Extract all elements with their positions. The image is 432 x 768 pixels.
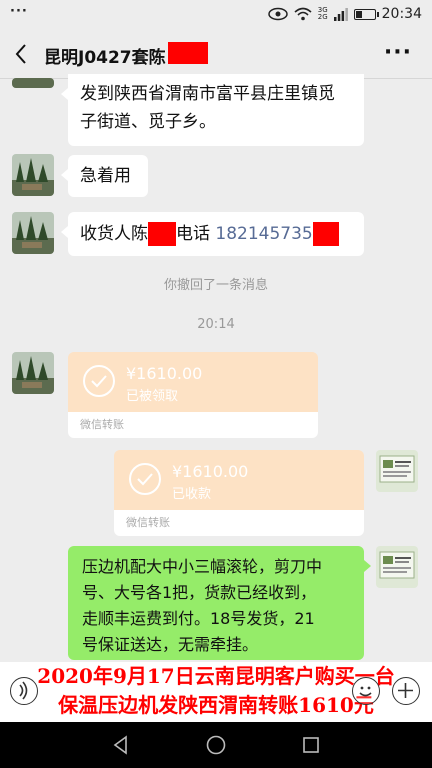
eye-icon (268, 7, 288, 21)
chat-header: 昆明J0427套陈 ··· (0, 30, 432, 79)
plus-icon[interactable] (392, 677, 420, 705)
message-text: 收货人陈 (80, 224, 148, 244)
message-text-line: 发到陕西省渭南市富平县庄里镇觅 (80, 84, 335, 104)
message-timestamp: 20:14 (197, 317, 235, 332)
signal-icon (333, 7, 348, 21)
clock: 20:34 (381, 6, 422, 22)
voice-icon[interactable] (10, 677, 38, 705)
message-text-line: 号保证送达，无需牵挂。 (82, 635, 259, 654)
message-text-line: 号、大号各1把，货款已经收到， (82, 583, 317, 602)
recall-notice: 你撤回了一条消息 (163, 278, 268, 293)
message-text-line: 走顺丰运费到付。18号发货，21 (82, 609, 315, 628)
message-text-line: 压边机配大中小三幅滚轮，剪刀中 (82, 557, 323, 576)
contact-avatar[interactable] (12, 154, 54, 196)
contact-avatar[interactable] (12, 78, 54, 88)
received-message-urgent[interactable]: 急着用 (61, 155, 148, 197)
check-circle-icon (83, 365, 115, 397)
notification-dots: ··· (10, 4, 28, 19)
redaction-box (312, 222, 339, 246)
transfer-status: 已收款 (172, 487, 212, 502)
chat-title: 昆明J0427套陈 (44, 48, 166, 68)
phone-number[interactable]: 182145735 (215, 224, 312, 244)
transfer-amount: ¥1610.00 (126, 364, 203, 383)
wifi-icon (294, 7, 312, 21)
battery-fill (355, 10, 362, 18)
redaction-box (148, 222, 176, 246)
transfer-amount: ¥1610.00 (172, 462, 249, 481)
back-chevron-icon[interactable] (10, 40, 34, 68)
more-button[interactable]: ··· (384, 40, 412, 65)
system-nav-bar (0, 722, 432, 768)
transfer-card-sent[interactable]: ¥1610.00 已收款 微信转账 (114, 450, 364, 536)
message-text: 急着用 (80, 166, 131, 186)
battery-icon (353, 8, 379, 20)
nav-back-icon[interactable] (110, 734, 132, 756)
status-bar: ··· 3G 2G 20:34 (0, 0, 432, 30)
message-text-line: 子街道、觅子乡。 (80, 112, 216, 132)
my-avatar[interactable] (376, 546, 418, 588)
received-message-receiver[interactable]: 收货人陈 电话 182145735 (61, 212, 364, 256)
transfer-label: 微信转账 (68, 412, 318, 438)
net-bottom-label: 2G (317, 13, 328, 21)
received-message-address[interactable]: 发到陕西省渭南市富平县庄里镇觅 子街道、觅子乡。 (61, 74, 364, 146)
nav-recents-icon[interactable] (300, 734, 322, 756)
transfer-card-body: ¥1610.00 已被领取 (68, 352, 318, 412)
nav-home-icon[interactable] (205, 734, 227, 756)
emoji-icon[interactable] (352, 677, 380, 705)
transfer-card-body: ¥1610.00 已收款 (114, 450, 364, 510)
contact-avatar[interactable] (12, 352, 54, 394)
transfer-status: 已被领取 (126, 389, 179, 404)
sent-message[interactable]: 压边机配大中小三幅滚轮，剪刀中 号、大号各1把，货款已经收到， 走顺丰运费到付。… (68, 546, 371, 660)
redaction-box (168, 42, 208, 64)
contact-avatar[interactable] (12, 212, 54, 254)
transfer-label: 微信转账 (114, 510, 364, 536)
network-type: 3G 2G (318, 7, 328, 21)
message-text: 电话 (176, 224, 210, 244)
check-circle-icon (129, 463, 161, 495)
transfer-card-received[interactable]: ¥1610.00 已被领取 微信转账 (68, 352, 318, 438)
my-avatar[interactable] (376, 450, 418, 492)
